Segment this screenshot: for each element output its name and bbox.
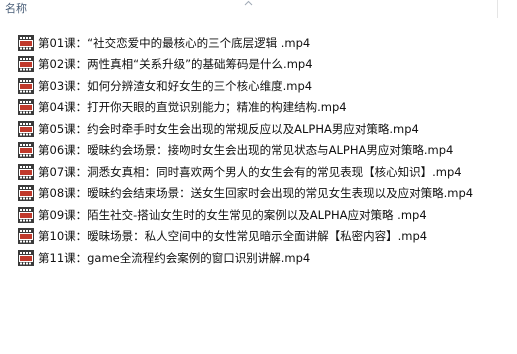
file-row-08[interactable]: 第08课：暧昧约会结束场景：送女生回家时会出现的常见女生表现以及应对策略.mp4 (18, 183, 513, 205)
file-row-04[interactable]: 第04课：打开你天眼的直觉识别能力；精准的构建结构.mp4 (18, 97, 513, 119)
column-divider[interactable] (497, 0, 498, 18)
file-name: 第04课：打开你天眼的直觉识别能力；精准的构建结构.mp4 (38, 100, 347, 115)
name-column-label[interactable]: 名称 (5, 2, 27, 16)
file-list: 第01课：“社交恋爱中的最核心的三个底层逻辑 .mp4 第02课：两性真相“关系… (18, 32, 513, 269)
column-header[interactable]: 名称 (0, 0, 517, 23)
file-name: 第07课：洞悉女真相：同时喜欢两个男人的女生会有的常见表现【核心知识】.mp4 (38, 164, 462, 179)
file-name: 第02课：两性真相“关系升级”的基础筹码是什么.mp4 (38, 57, 313, 72)
file-row-06[interactable]: 第06课：暧昧约会场景：接吻时女生会出现的常见状态与ALPHA男应对策略.mp4 (18, 140, 513, 162)
video-file-icon (18, 120, 34, 137)
video-file-icon (18, 142, 34, 159)
file-row-01[interactable]: 第01课：“社交恋爱中的最核心的三个底层逻辑 .mp4 (18, 32, 513, 54)
video-file-icon (18, 99, 34, 116)
video-file-icon (18, 228, 34, 245)
file-name: 第03课：如何分辨渣女和好女生的三个核心维度.mp4 (38, 78, 313, 93)
video-file-icon (18, 77, 34, 94)
video-file-icon (18, 56, 34, 73)
sort-chevron-up-icon-graphic (244, 0, 253, 6)
sort-chevron-up-icon[interactable] (244, 0, 253, 6)
file-name: 第01课：“社交恋爱中的最核心的三个底层逻辑 .mp4 (38, 35, 311, 50)
video-file-icon (18, 185, 34, 202)
file-name: 第11课：game全流程约会案例的窗口识别讲解.mp4 (38, 250, 311, 265)
video-file-icon (18, 206, 34, 223)
file-name: 第09课：陌生社交-搭讪女生时的女生常见的案例以及ALPHA应对策略 .mp4 (38, 207, 427, 222)
file-row-02[interactable]: 第02课：两性真相“关系升级”的基础筹码是什么.mp4 (18, 54, 513, 76)
file-name: 第10课：暧昧场景：私人空间中的女性常见暗示全面讲解【私密内容】.mp4 (38, 229, 428, 244)
video-file-icon (18, 249, 34, 266)
file-name: 第06课：暧昧约会场景：接吻时女生会出现的常见状态与ALPHA男应对策略.mp4 (38, 143, 454, 158)
video-file-icon (18, 163, 34, 180)
file-name: 第08课：暧昧约会结束场景：送女生回家时会出现的常见女生表现以及应对策略.mp4 (38, 186, 474, 201)
file-row-10[interactable]: 第10课：暧昧场景：私人空间中的女性常见暗示全面讲解【私密内容】.mp4 (18, 226, 513, 248)
file-row-07[interactable]: 第07课：洞悉女真相：同时喜欢两个男人的女生会有的常见表现【核心知识】.mp4 (18, 161, 513, 183)
video-file-icon (18, 34, 34, 51)
file-name: 第05课：约会时牵手时女生会出现的常规反应以及ALPHA男应对策略.mp4 (38, 121, 419, 136)
file-row-05[interactable]: 第05课：约会时牵手时女生会出现的常规反应以及ALPHA男应对策略.mp4 (18, 118, 513, 140)
file-row-11[interactable]: 第11课：game全流程约会案例的窗口识别讲解.mp4 (18, 247, 513, 269)
file-row-03[interactable]: 第03课：如何分辨渣女和好女生的三个核心维度.mp4 (18, 75, 513, 97)
file-row-09[interactable]: 第09课：陌生社交-搭讪女生时的女生常见的案例以及ALPHA应对策略 .mp4 (18, 204, 513, 226)
